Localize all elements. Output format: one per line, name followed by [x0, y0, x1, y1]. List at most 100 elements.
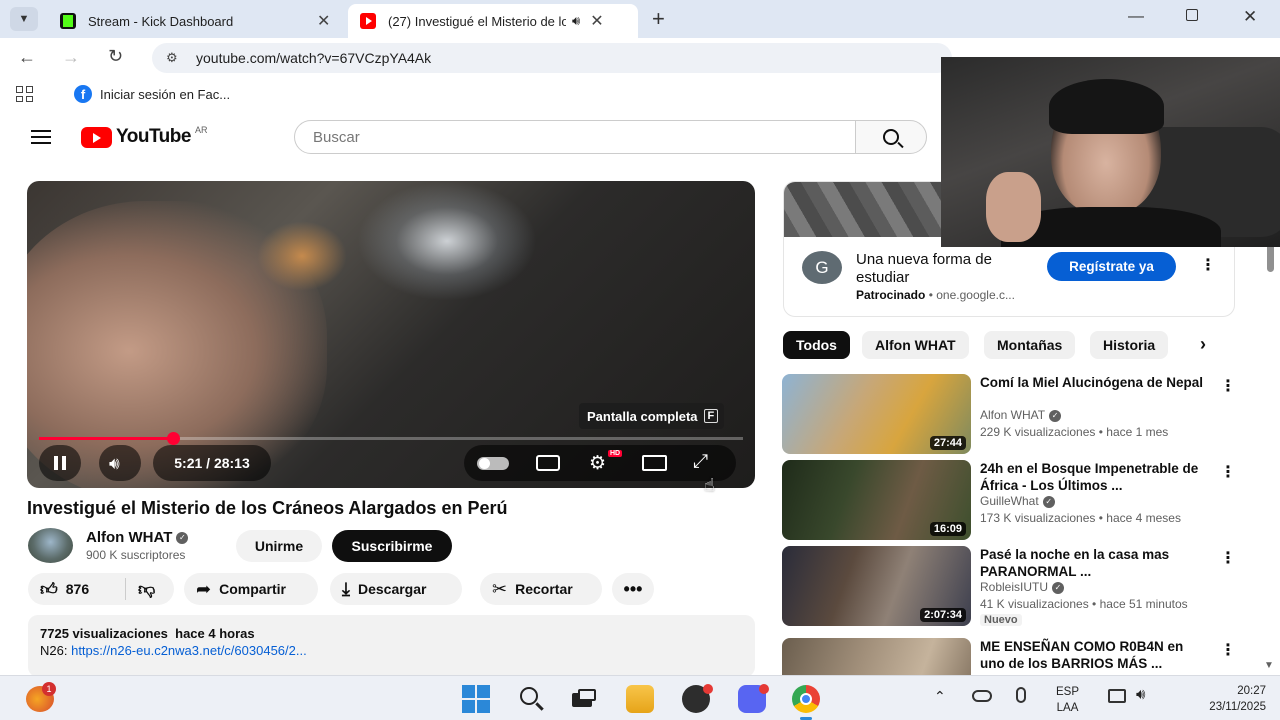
channel-avatar[interactable]	[28, 528, 73, 563]
speaker-icon[interactable]: 🔊︎	[572, 13, 580, 29]
subscribe-label: Suscribirme	[351, 538, 433, 554]
back-button[interactable]: ←	[18, 47, 36, 68]
close-icon[interactable]: ✕	[590, 11, 603, 31]
chevron-right-icon[interactable]: ›	[1200, 334, 1206, 355]
menu-icon[interactable]	[31, 130, 51, 144]
play-pause-pill[interactable]	[39, 445, 81, 481]
scroll-down-arrow[interactable]: ▼	[1264, 660, 1274, 671]
chevron-up-icon[interactable]: ⌃	[934, 688, 946, 705]
recommendation-item[interactable]: ME ENSEÑAN COMO R0B4N en uno de los BARR…	[782, 638, 1242, 675]
task-view-icon[interactable]	[570, 685, 598, 713]
site-settings-icon[interactable]: ⚙︎	[166, 50, 178, 66]
volume-button[interactable]: 🔊︎	[99, 445, 141, 481]
apps-grid-icon[interactable]	[16, 86, 34, 102]
dislike-button[interactable]: 👎︎	[126, 579, 155, 600]
new-badge: Nuevo	[980, 614, 1022, 626]
close-window-button[interactable]: ✕	[1243, 7, 1257, 27]
tab-youtube-video[interactable]: (27) Investigué el Misterio de los Cráne…	[348, 4, 638, 38]
video-meta: 173 K visualizaciones • hace 4 meses	[980, 511, 1181, 525]
onedrive-icon[interactable]	[972, 690, 992, 702]
more-icon[interactable]: ⋮	[1220, 462, 1236, 482]
minimize-button[interactable]: —	[1128, 8, 1144, 26]
chip-todos[interactable]: Todos	[783, 331, 850, 359]
more-actions-button[interactable]: •••	[612, 573, 654, 605]
search-icon[interactable]	[518, 685, 546, 713]
close-icon[interactable]: ✕	[317, 11, 330, 31]
fullscreen-icon[interactable]: ⤢	[693, 451, 708, 473]
volume-icon: 🔊︎	[109, 454, 120, 473]
tooltip-key: F	[703, 409, 719, 423]
recommendation-item[interactable]: 27:44 Comí la Miel Alucinógena de Nepal …	[782, 374, 1242, 454]
tab-search-button[interactable]: ▼	[10, 7, 38, 31]
share-button[interactable]: ➦ Compartir	[184, 573, 318, 605]
restore-button[interactable]	[1186, 9, 1198, 21]
volume-icon[interactable]: 🔊︎	[1136, 686, 1145, 703]
windows-start-icon[interactable]	[462, 685, 490, 713]
subtitles-icon[interactable]	[536, 455, 560, 471]
ad-cta-button[interactable]: Regístrate ya	[1047, 252, 1176, 281]
theater-mode-icon[interactable]	[642, 455, 667, 471]
description-link[interactable]: https://n26-eu.c2nwa3.net/c/6030456/2...	[71, 643, 307, 658]
forward-button[interactable]: →	[62, 47, 80, 68]
mouse-cursor: ☝︎	[704, 475, 715, 495]
video-thumbnail[interactable]: 16:09	[782, 460, 971, 540]
more-horizontal-icon: •••	[623, 578, 643, 599]
download-button[interactable]: ⤓ Descargar	[330, 573, 462, 605]
address-bar[interactable]: ⚙︎ youtube.com/watch?v=67VCzpYA4Ak	[152, 43, 952, 73]
more-icon[interactable]: ⋮	[1220, 376, 1236, 396]
tab-kick-dashboard[interactable]: Stream - Kick Dashboard ✕	[48, 4, 344, 38]
video-thumbnail[interactable]: 27:44	[782, 374, 971, 454]
tab-bar: ▼ Stream - Kick Dashboard ✕ (27) Investi…	[0, 0, 1280, 38]
channel-name[interactable]: Alfon WHAT ✓	[86, 529, 189, 546]
like-dislike-group: 👍︎ 876 👎︎	[28, 573, 174, 605]
youtube-header: YouTube AR Buscar	[0, 110, 940, 164]
language-indicator[interactable]: ESP LAA	[1056, 684, 1079, 716]
youtube-logo-icon	[81, 126, 112, 148]
channel-line: GuilleWhat ✓	[980, 494, 1055, 508]
search-button[interactable]	[855, 120, 927, 154]
join-button[interactable]: Unirme	[236, 530, 322, 562]
progress-scrubber[interactable]	[166, 432, 180, 445]
video-player[interactable]: Pantalla completa F 🔊︎ 5:21 / 28:13 ⚙︎ H…	[27, 181, 755, 488]
autoplay-toggle[interactable]	[477, 457, 509, 470]
youtube-logo[interactable]: YouTube AR	[81, 125, 208, 148]
network-icon[interactable]	[1108, 689, 1126, 703]
region-code: AR	[194, 125, 208, 135]
recommendation-item[interactable]: 2:07:34 Pasé la noche en la casa mas PAR…	[782, 546, 1242, 626]
bookmark-facebook[interactable]: f Iniciar sesión en Fac...	[74, 85, 230, 103]
recommendation-item[interactable]: 16:09 24h en el Bosque Impenetrable de Á…	[782, 460, 1242, 540]
tooltip-text: Pantalla completa	[587, 408, 698, 424]
file-explorer-icon[interactable]	[626, 685, 654, 713]
verified-icon: ✓	[1049, 409, 1062, 422]
channel-name: Alfon WHAT	[980, 408, 1046, 422]
video-thumbnail[interactable]	[782, 638, 971, 675]
keyboard-layout: LAA	[1056, 702, 1079, 714]
description-box[interactable]: 7725 visualizaciones hace 4 horas N26: h…	[28, 615, 755, 677]
microphone-icon[interactable]	[1016, 687, 1026, 703]
reload-button[interactable]: ↻	[108, 46, 123, 67]
like-button[interactable]: 👍︎ 876	[28, 578, 126, 600]
chip-montanas[interactable]: Montañas	[984, 331, 1076, 359]
clip-button[interactable]: ✂︎ Recortar	[480, 573, 602, 605]
clock[interactable]: 20:27 23/11/2025	[1176, 683, 1266, 715]
description-prefix: N26:	[40, 643, 68, 658]
language-code: ESP	[1056, 686, 1080, 698]
ad-more-icon[interactable]: ⋮	[1200, 255, 1216, 275]
subscribe-button[interactable]: Suscribirme	[332, 530, 452, 562]
more-icon[interactable]: ⋮	[1220, 640, 1236, 660]
new-tab-button[interactable]: +	[652, 6, 665, 32]
subscriber-count: 900 K suscriptores	[86, 548, 186, 562]
channel-name: GuilleWhat	[980, 494, 1039, 508]
chrome-icon[interactable]	[792, 685, 820, 713]
progress-track[interactable]	[39, 432, 743, 445]
chip-alfon-what[interactable]: Alfon WHAT	[862, 331, 969, 359]
duration-badge: 2:07:34	[920, 608, 966, 622]
channel-name: RobleisIUTU	[980, 580, 1049, 594]
video-thumbnail[interactable]: 2:07:34	[782, 546, 971, 626]
settings-icon[interactable]: ⚙︎	[589, 452, 606, 475]
ad-domain: one.google.c...	[936, 288, 1015, 302]
more-icon[interactable]: ⋮	[1220, 548, 1236, 568]
search-input[interactable]: Buscar	[294, 120, 856, 154]
chip-historia[interactable]: Historia	[1090, 331, 1169, 359]
search-icon	[883, 129, 904, 149]
